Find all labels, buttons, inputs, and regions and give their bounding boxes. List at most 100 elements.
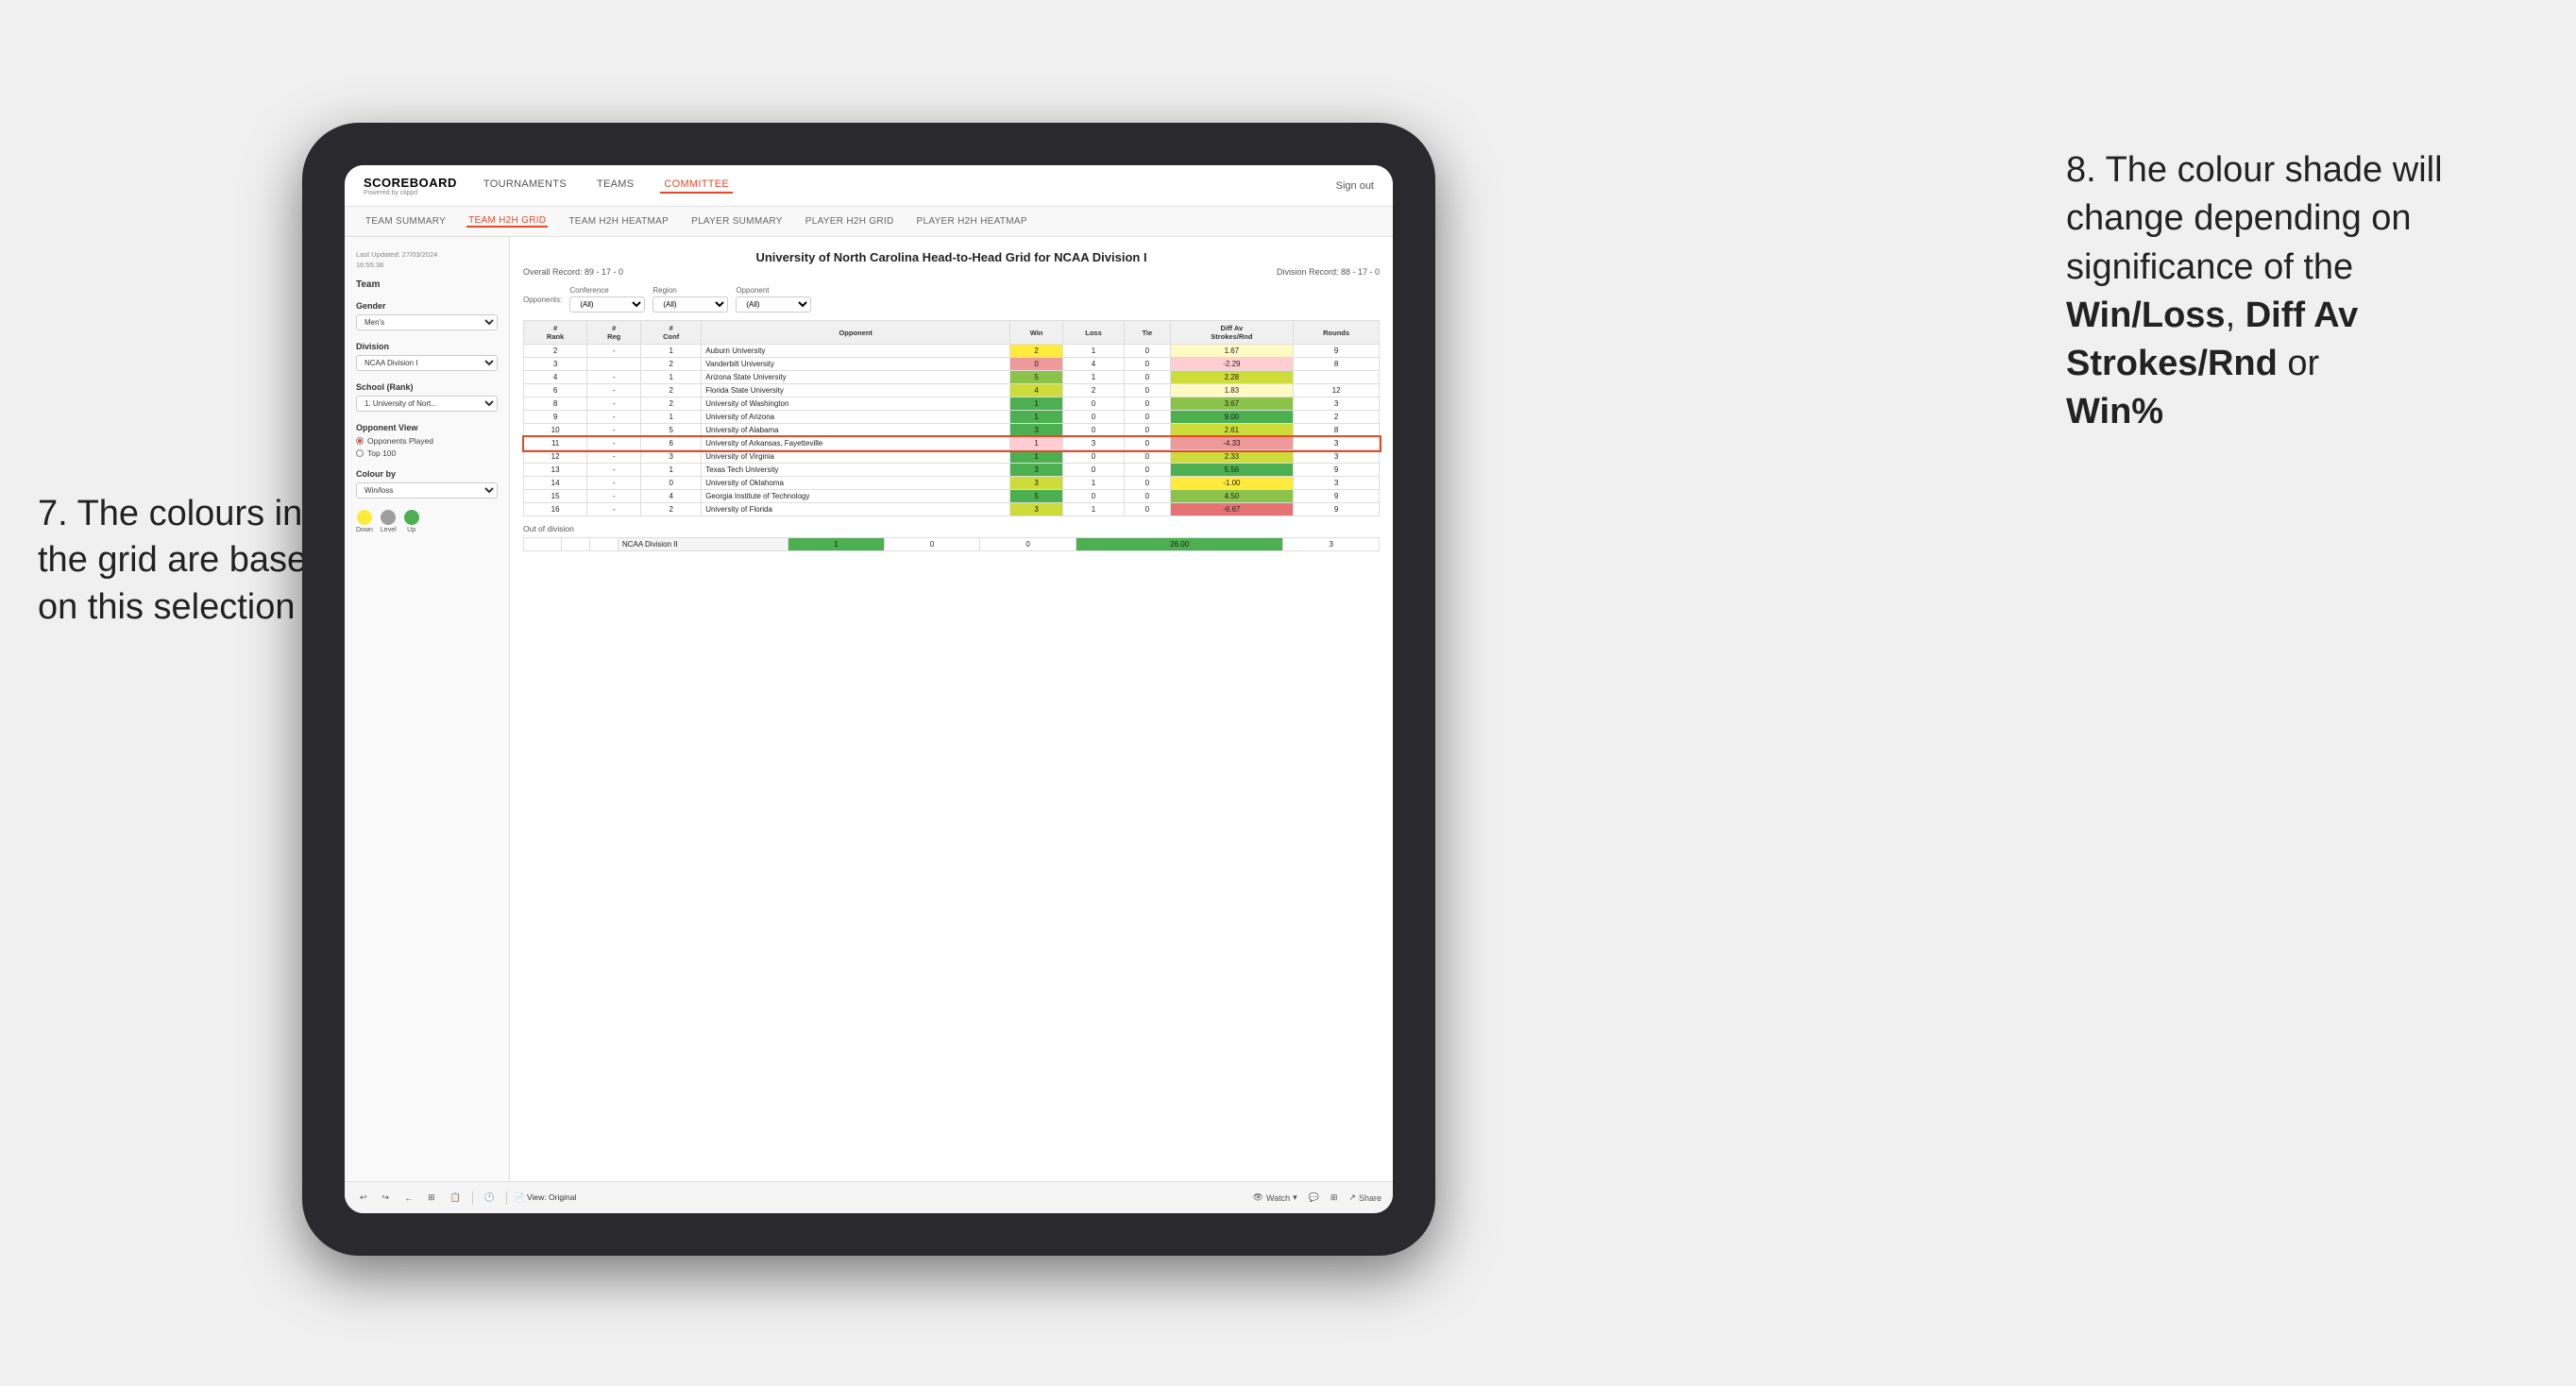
- out-div-reg-cell: [562, 538, 590, 551]
- toolbar-share[interactable]: ↗ Share: [1348, 1192, 1381, 1203]
- cell-opponent: University of Alabama: [702, 424, 1010, 437]
- opponents-filter-label: Opponents:: [523, 296, 562, 304]
- cell-reg: -: [587, 490, 641, 503]
- cell-opponent: Vanderbilt University: [702, 358, 1010, 371]
- toolbar-copy[interactable]: ⊞: [424, 1191, 439, 1205]
- cell-reg: -: [587, 384, 641, 397]
- table-row: 12 - 3 University of Virginia 1 0 0 2.33…: [524, 450, 1380, 464]
- table-row: 2 - 1 Auburn University 2 1 0 1.67 9: [524, 345, 1380, 358]
- table-row: 16 - 2 University of Florida 3 1 0 -6.67…: [524, 503, 1380, 516]
- cell-reg: -: [587, 345, 641, 358]
- toolbar-redo[interactable]: ↪: [379, 1191, 394, 1205]
- table-header-row: #Rank #Reg #Conf Opponent Win Loss Tie D…: [524, 321, 1380, 345]
- region-filter-select[interactable]: (All): [652, 296, 728, 313]
- nav-teams[interactable]: TEAMS: [593, 178, 637, 194]
- cell-loss: 3: [1062, 437, 1124, 450]
- cell-diff: 4.50: [1170, 490, 1294, 503]
- sidebar-school-label: School (Rank): [356, 382, 498, 392]
- sidebar-radio-group: Opponents Played Top 100: [356, 436, 498, 458]
- cell-opponent: University of Florida: [702, 503, 1010, 516]
- table-row: 14 - 0 University of Oklahoma 3 1 0 -1.0…: [524, 477, 1380, 490]
- sub-nav-player-h2h-heatmap[interactable]: PLAYER H2H HEATMAP: [915, 216, 1029, 227]
- cell-opponent: University of Oklahoma: [702, 477, 1010, 490]
- cell-tie: 0: [1125, 384, 1170, 397]
- sidebar-school-select[interactable]: 1. University of Nort...: [356, 396, 498, 412]
- cell-win: 3: [1010, 424, 1063, 437]
- cell-conf: 3: [641, 450, 702, 464]
- legend-up: Up: [404, 510, 419, 533]
- cell-rounds: 9: [1294, 464, 1380, 477]
- sub-nav-player-h2h-grid[interactable]: PLAYER H2H GRID: [804, 216, 896, 227]
- cell-opponent: Georgia Institute of Technology: [702, 490, 1010, 503]
- sidebar-colour-by-select[interactable]: Win/loss: [356, 482, 498, 499]
- cell-rank: 6: [524, 384, 587, 397]
- cell-conf: 2: [641, 384, 702, 397]
- toolbar-paste[interactable]: 📋: [447, 1191, 465, 1205]
- opponent-filter-select[interactable]: (All): [736, 296, 811, 313]
- cell-loss: 4: [1062, 358, 1124, 371]
- cell-loss: 0: [1062, 464, 1124, 477]
- sub-nav-team-h2h-heatmap[interactable]: TEAM H2H HEATMAP: [567, 216, 670, 227]
- cell-rank: 14: [524, 477, 587, 490]
- cell-rank: 8: [524, 397, 587, 411]
- radio-top-100[interactable]: Top 100: [356, 448, 498, 458]
- toolbar-clock[interactable]: 🕐: [481, 1191, 499, 1205]
- sidebar-colour-by-label: Colour by: [356, 469, 498, 479]
- cell-conf: 1: [641, 345, 702, 358]
- sub-nav-team-summary[interactable]: TEAM SUMMARY: [364, 216, 448, 227]
- cell-loss: 0: [1062, 397, 1124, 411]
- conference-filter-select[interactable]: (All): [569, 296, 645, 313]
- cell-conf: 1: [641, 411, 702, 424]
- sidebar-division-label: Division: [356, 342, 498, 351]
- cell-tie: 0: [1125, 424, 1170, 437]
- cell-conf: 5: [641, 424, 702, 437]
- cell-tie: 0: [1125, 358, 1170, 371]
- toolbar-back[interactable]: ←: [400, 1192, 416, 1205]
- region-filter-label: Region: [652, 286, 728, 295]
- tablet-device: SCOREBOARD Powered by clippd TOURNAMENTS…: [302, 123, 1435, 1256]
- col-rounds: Rounds: [1294, 321, 1380, 345]
- cell-diff: 5.56: [1170, 464, 1294, 477]
- toolbar-grid-icon[interactable]: ⊞: [1330, 1192, 1338, 1203]
- out-div-name-cell: NCAA Division II: [619, 538, 788, 551]
- out-div-conf-cell: [590, 538, 619, 551]
- nav-tournaments[interactable]: TOURNAMENTS: [480, 178, 570, 194]
- logo-area: SCOREBOARD Powered by clippd: [364, 176, 457, 196]
- col-opponent: Opponent: [702, 321, 1010, 345]
- cell-loss: 0: [1062, 450, 1124, 464]
- sidebar-division-select[interactable]: NCAA Division I: [356, 355, 498, 371]
- bottom-toolbar: ↩ ↪ ← ⊞ 📋 🕐 📄 View: Original 👁 Watch ▾ 💬…: [345, 1181, 1393, 1213]
- nav-committee[interactable]: COMMITTEE: [660, 178, 733, 194]
- cell-opponent: University of Arkansas, Fayetteville: [702, 437, 1010, 450]
- toolbar-divider-1: [472, 1192, 473, 1205]
- cell-reg: -: [587, 503, 641, 516]
- sign-out-button[interactable]: Sign out: [1336, 180, 1374, 192]
- toolbar-comment[interactable]: 💬: [1309, 1192, 1319, 1203]
- table-row: 15 - 4 Georgia Institute of Technology 5…: [524, 490, 1380, 503]
- nav-items: TOURNAMENTS TEAMS COMMITTEE: [480, 178, 1336, 194]
- cell-tie: 0: [1125, 503, 1170, 516]
- colour-legend: Down Level Up: [356, 510, 498, 533]
- top-nav: SCOREBOARD Powered by clippd TOURNAMENTS…: [345, 165, 1393, 207]
- cell-win: 1: [1010, 450, 1063, 464]
- out-division-label: Out of division: [523, 524, 1380, 533]
- sub-nav-player-summary[interactable]: PLAYER SUMMARY: [689, 216, 785, 227]
- cell-rank: 15: [524, 490, 587, 503]
- table-row: 10 - 5 University of Alabama 3 0 0 2.61 …: [524, 424, 1380, 437]
- out-div-rank-cell: [524, 538, 562, 551]
- sub-nav-team-h2h-grid[interactable]: TEAM H2H GRID: [466, 215, 548, 228]
- cell-tie: 0: [1125, 490, 1170, 503]
- grid-title: University of North Carolina Head-to-Hea…: [523, 250, 1380, 264]
- toolbar-watch[interactable]: 👁 Watch ▾: [1253, 1192, 1297, 1203]
- cell-reg: -: [587, 477, 641, 490]
- logo-text: SCOREBOARD: [364, 176, 457, 190]
- cell-opponent: University of Virginia: [702, 450, 1010, 464]
- filters-row: Opponents: Conference (All) Region (All): [523, 286, 1380, 313]
- toolbar-undo[interactable]: ↩: [356, 1191, 371, 1205]
- cell-tie: 0: [1125, 411, 1170, 424]
- cell-win: 4: [1010, 384, 1063, 397]
- sidebar: Last Updated: 27/03/2024 16:55:38 Team G…: [345, 237, 510, 1181]
- sidebar-gender-select[interactable]: Men's: [356, 314, 498, 330]
- cell-diff: -1.00: [1170, 477, 1294, 490]
- radio-opponents-played[interactable]: Opponents Played: [356, 436, 498, 446]
